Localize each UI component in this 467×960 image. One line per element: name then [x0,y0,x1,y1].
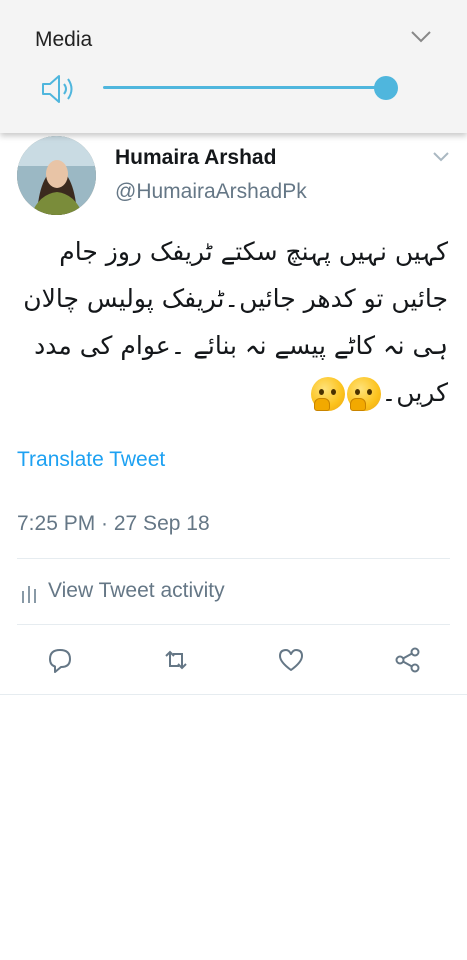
handle[interactable]: @HumairaArshadPk [115,180,307,204]
reply-icon [49,649,71,673]
media-volume-panel: Media [0,0,467,133]
translate-tweet-link[interactable]: Translate Tweet [17,448,165,472]
volume-slider-thumb[interactable] [374,76,398,100]
share-button[interactable] [393,645,423,675]
divider [17,558,450,559]
display-name[interactable]: Humaira Arshad [115,146,276,170]
speaker-icon[interactable] [40,73,78,105]
bar-chart-icon [22,586,36,603]
share-icon [395,647,420,673]
tweet-text: کہیں نہیں پہنچ سکتے ٹریفک روز جام جائیں … [18,228,448,416]
timestamp: 7:25 PM · 27 Sep 18 [17,512,210,535]
divider [0,694,467,695]
thinking-face-emoji-icon [346,377,381,411]
volume-slider-track[interactable] [103,86,388,89]
view-tweet-activity-link[interactable]: View Tweet activity [48,579,225,603]
thinking-face-emoji-icon [310,377,345,411]
chevron-down-icon[interactable] [410,30,432,44]
like-button[interactable] [276,645,306,675]
chevron-down-icon[interactable] [432,151,450,162]
retweet-icon [165,650,187,670]
tweet-body: کہیں نہیں پہنچ سکتے ٹریفک روز جام جائیں … [23,237,448,407]
avatar[interactable] [17,136,96,215]
reply-button[interactable] [45,645,75,675]
media-title: Media [35,28,93,51]
retweet-button[interactable] [161,645,191,675]
divider [17,624,450,625]
like-icon [279,649,303,671]
